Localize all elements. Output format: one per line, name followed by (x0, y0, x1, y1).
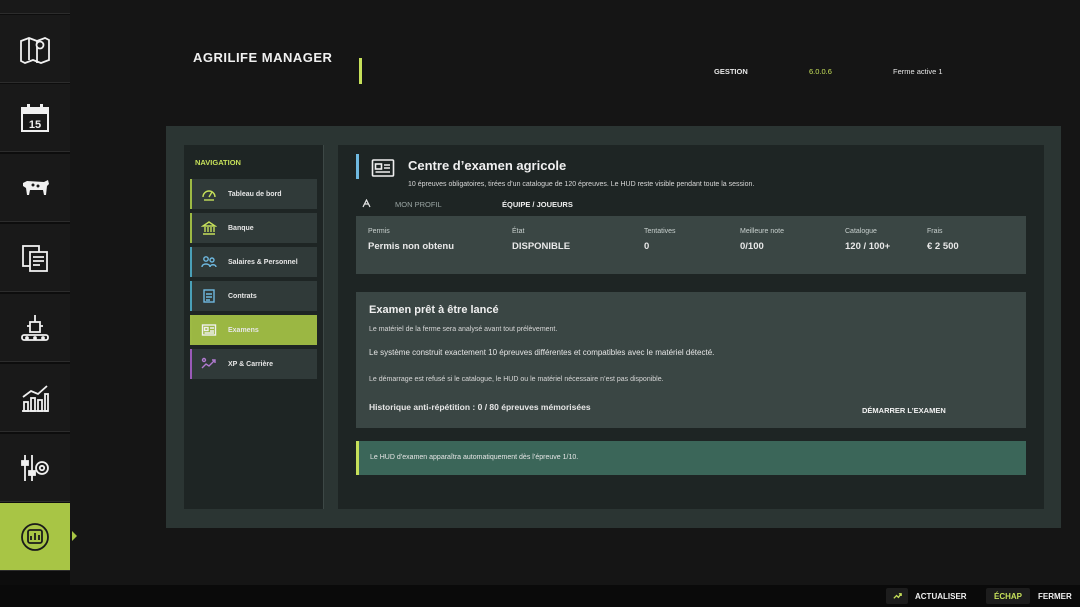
section-title: Centre d’examen agricole (408, 158, 567, 173)
nav-item-label: Salaires & Personnel (228, 258, 298, 266)
rail-item-livestock[interactable] (0, 154, 70, 222)
rail-item-calendar[interactable]: 15 (0, 84, 70, 152)
nav-item-label: XP & Carrière (228, 360, 274, 368)
nav-item-bank[interactable]: Banque (190, 213, 317, 243)
dashboard-icon (200, 185, 218, 203)
refresh-key-icon (892, 592, 902, 599)
rail-item-statistics[interactable] (0, 364, 70, 432)
stat-label: Meilleure note (740, 228, 784, 235)
career-icon (200, 355, 218, 373)
stat-value: Permis non obtenu (368, 241, 455, 252)
navigation-title: NAVIGATION (195, 158, 241, 167)
nav-item-staff[interactable]: Salaires & Personnel (190, 247, 317, 277)
bank-icon (200, 219, 218, 237)
statistics-icon (22, 384, 49, 412)
map-icon (20, 36, 50, 64)
header-money: € 100 000 (0, 0, 1080, 10)
stat-label: Permis (368, 228, 390, 235)
exam-line-2: Le système construit exactement 10 épreu… (369, 348, 715, 357)
navigation-sidebar: NAVIGATION Tableau de bord Banque Salair… (184, 145, 324, 509)
exam-card: Examen prêt à être lancé Le matériel de … (356, 292, 1026, 428)
production-icon (21, 314, 49, 341)
contracts-icon (22, 244, 48, 272)
exam-history: Historique anti-répétition : 0 / 80 épre… (369, 402, 591, 412)
stat-value: € 2 500 (927, 241, 959, 252)
nav-item-exams[interactable]: Examens (190, 315, 317, 345)
settings-icon (21, 454, 49, 481)
stat-best-score: Meilleure note 0/100 (740, 228, 784, 252)
stat-state: État DISPONIBLE (512, 228, 570, 252)
header-gestion-label: GESTION (714, 67, 748, 76)
app-title: AGRILIFE MANAGER (193, 50, 333, 65)
calendar-icon: 15 (21, 103, 49, 132)
refresh-key[interactable] (886, 588, 908, 604)
escape-key[interactable]: ÉCHAP (986, 588, 1030, 604)
stat-fees: Frais € 2 500 (927, 228, 959, 252)
section-subtitle: 10 épreuves obligatoires, tirées d’un ca… (408, 181, 755, 188)
nav-item-label: Contrats (228, 292, 257, 300)
livestock-icon (23, 179, 49, 195)
rail-item-map[interactable] (0, 15, 70, 83)
nav-item-label: Banque (228, 224, 254, 232)
tab-my-profile[interactable]: MON PROFIL (395, 200, 442, 209)
exam-line-3: Le démarrage est refusé si le catalogue,… (369, 376, 664, 383)
stat-attempts: Tentatives 0 (644, 228, 676, 252)
exam-icon (200, 321, 218, 339)
stat-value: 0 (644, 241, 650, 252)
stat-label: Tentatives (644, 228, 676, 235)
title-accent-bar (359, 58, 362, 84)
stat-value: 120 / 100+ (845, 241, 891, 252)
rail-top-strip (0, 0, 70, 14)
staff-icon (200, 253, 218, 271)
rail-item-production[interactable] (0, 294, 70, 362)
stat-value: 0/100 (740, 241, 764, 252)
profile-tab-icon (362, 199, 371, 208)
rail-item-agrilife[interactable] (0, 503, 70, 571)
exam-title: Examen prêt à être lancé (369, 304, 499, 316)
nav-item-label: Tableau de bord (228, 190, 282, 198)
rail-item-contracts[interactable] (0, 224, 70, 292)
section-accent-bar (356, 154, 359, 179)
stat-value: DISPONIBLE (512, 241, 571, 252)
agrilife-icon (21, 522, 49, 551)
start-exam-button[interactable]: DÉMARRER L’EXAMEN (862, 406, 946, 415)
rail-active-arrow-icon (72, 531, 77, 541)
info-banner-text: Le HUD d’examen apparaîtra automatiqueme… (370, 454, 579, 461)
stat-label: Frais (927, 228, 943, 235)
escape-key-label: ÉCHAP (993, 591, 1022, 601)
status-card: Permis Permis non obtenu État DISPONIBLE… (356, 216, 1026, 274)
tab-team-players[interactable]: ÉQUIPE / JOUEURS (502, 200, 573, 209)
nav-item-dashboard[interactable]: Tableau de bord (190, 179, 317, 209)
close-button[interactable]: FERMER (1038, 592, 1072, 601)
info-banner: Le HUD d’examen apparaîtra automatiqueme… (356, 441, 1026, 475)
stat-permit: Permis Permis non obtenu (368, 228, 454, 252)
stat-label: Catalogue (845, 228, 877, 235)
header-version: 6.0.0.6 (809, 67, 832, 76)
stat-label: État (512, 228, 525, 235)
exam-line-1: Le matériel de la ferme sera analysé ava… (369, 326, 558, 333)
id-card-icon (371, 159, 395, 177)
nav-item-label: Examens (228, 326, 259, 334)
refresh-button[interactable]: ACTUALISER (915, 592, 967, 601)
side-rail: 15 (0, 0, 70, 585)
contract-icon (200, 287, 218, 305)
calendar-day-number: 15 (29, 119, 41, 131)
nav-item-contracts[interactable]: Contrats (190, 281, 317, 311)
header-active-farm: Ferme active 1 (893, 67, 943, 76)
nav-item-career[interactable]: XP & Carrière (190, 349, 317, 379)
stat-catalogue: Catalogue 120 / 100+ (845, 228, 890, 252)
rail-item-settings[interactable] (0, 434, 70, 502)
